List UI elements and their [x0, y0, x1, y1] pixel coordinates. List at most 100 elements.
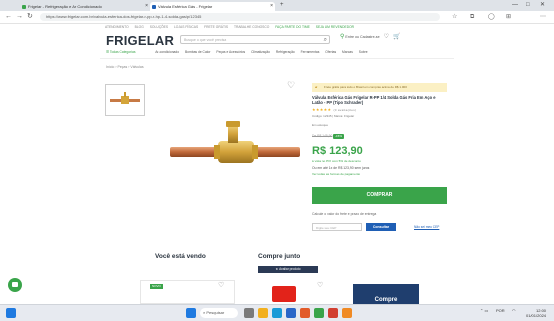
file-explorer-icon[interactable] [258, 308, 268, 318]
category-item[interactable]: Ar-condicionado [155, 50, 179, 54]
taskbar-search[interactable]: ⌕ Pesquisar [200, 308, 238, 318]
clock[interactable]: 12:00 01/01/2024 [526, 308, 546, 318]
tab-product[interactable]: Válvula Esférica Gás - Frigelar × [150, 2, 275, 11]
breadcrumb: Início › Peças › Válvulas [106, 65, 144, 69]
favorite-heart-icon[interactable]: ♡ [287, 80, 295, 90]
task-view-icon[interactable] [244, 308, 254, 318]
header-divider [100, 58, 454, 59]
category-item[interactable]: Refrigeração [276, 50, 295, 54]
valve-thumbnail-image [110, 92, 140, 104]
category-item[interactable]: Marcas [342, 50, 353, 54]
product-code: Código: 12345 | Marca: Frigelar [312, 114, 355, 118]
top-links-strip: ATENDIMENTO BLOG SOLUÇÕES LOJAS FÍSICAS … [105, 24, 450, 30]
top-link[interactable]: BLOG [135, 25, 144, 29]
chrome-icon[interactable] [314, 308, 324, 318]
tray-icons[interactable]: ⌃ ▭ [480, 308, 488, 313]
close-tab-icon[interactable]: × [270, 2, 273, 11]
card-heart-icon[interactable]: ♡ [218, 281, 224, 291]
category-item[interactable]: Climatização [251, 50, 270, 54]
star-icon[interactable]: ☆ [452, 13, 457, 21]
menu-icon[interactable]: ⋯ [540, 13, 546, 21]
tab-favicon [152, 4, 156, 9]
heart-icon[interactable]: ♡ [384, 34, 389, 40]
category-item[interactable]: Bombas de Calor [185, 50, 210, 54]
breadcrumb-item[interactable]: Válvulas [130, 65, 143, 69]
payment-options-link[interactable]: Ver todas as formas de pagamento [312, 172, 360, 176]
language-indicator[interactable]: POR [496, 308, 505, 313]
search-placeholder: Busque o que você precisa [184, 38, 227, 42]
profile-icon[interactable]: ◯ [488, 13, 495, 21]
user-icon: ⚲ [340, 34, 345, 41]
tab-favicon [22, 4, 26, 9]
category-item[interactable]: Ofertas [325, 50, 336, 54]
collections-icon[interactable]: ⊞ [506, 13, 511, 21]
top-link-team[interactable]: FAÇA PARTE DO TIME [275, 25, 310, 29]
free-shipping-banner: ▰ Frete grátis para todo o Brasil em com… [312, 83, 447, 92]
app-icon[interactable] [342, 308, 352, 318]
stars-icons: ★★★★★ [312, 107, 332, 112]
cep-input[interactable]: Digite seu CEP [312, 223, 362, 231]
wifi-icon[interactable]: ◠ [512, 308, 516, 313]
consult-button[interactable]: Consultar [366, 223, 396, 231]
buy-button[interactable]: COMPRAR [312, 187, 447, 204]
all-categories-menu[interactable]: ☰ Todas Categorias [106, 50, 140, 54]
product-price: R$ 123,90 [312, 145, 363, 157]
store-icon[interactable] [300, 308, 310, 318]
forward-icon[interactable]: → [16, 12, 23, 22]
installments-text: Ou em até 1x de R$ 123,90 sem juros [312, 166, 370, 170]
section-buy-together: Compre junto [258, 253, 301, 260]
rating-stars[interactable]: ★★★★★ (0 avaliações) [312, 107, 356, 112]
account-area[interactable]: ⚲ Entre ou Cadastre-se ♡ 🛒 [340, 34, 400, 41]
tab-frigelar-home[interactable]: Frigelar - Refrigeração e Ar Condicionad… [20, 2, 150, 11]
shipping-calc-text: Calcule o valor do frete e prazo de entr… [312, 212, 377, 216]
back-icon[interactable]: ← [5, 12, 12, 22]
search-icon[interactable]: ⌕ [324, 36, 327, 45]
chat-button[interactable] [8, 278, 22, 292]
rate-product-bar[interactable]: ★ Avaliar produto [258, 266, 318, 273]
category-item[interactable]: Ferramentas [301, 50, 320, 54]
close-window-button[interactable]: ✕ [540, 0, 545, 10]
close-tab-icon[interactable]: × [145, 2, 148, 11]
product-thumbnail[interactable] [105, 84, 145, 116]
cart-icon[interactable]: 🛒 [393, 34, 400, 40]
top-link[interactable]: ATENDIMENTO [105, 25, 129, 29]
top-link[interactable]: LOJAS FÍSICAS [174, 25, 198, 29]
old-price: De R$ 145,90 [312, 134, 333, 138]
minimize-button[interactable]: — [512, 0, 518, 10]
search-input[interactable]: Busque o que você precisa ⌕ [180, 35, 330, 44]
discount-badge: -15% [333, 134, 345, 139]
breadcrumb-item[interactable]: Início [106, 65, 114, 69]
category-item[interactable]: Peças e Acessórios [216, 50, 245, 54]
start-icon[interactable] [6, 308, 16, 318]
product-title: Válvula Esférica Gás Frigelar R-PP 1/4 S… [312, 95, 436, 106]
top-link[interactable]: FRETE GRÁTIS [204, 25, 228, 29]
dont-know-cep-link[interactable]: Não sei meu CEP [414, 225, 439, 229]
breadcrumb-item[interactable]: Peças [118, 65, 128, 69]
new-tab-icon[interactable]: + [280, 0, 284, 10]
tab-title: Frigelar - Refrigeração e Ar Condicionad… [28, 4, 102, 9]
rating-count: (0 avaliações) [333, 108, 357, 112]
mail-icon[interactable] [286, 308, 296, 318]
card-heart-icon[interactable]: ♡ [317, 281, 323, 291]
extensions-icon[interactable]: ⧉ [470, 13, 474, 21]
category-nav: ☰ Todas Categorias Ar-condicionado Bomba… [106, 49, 446, 55]
product-main-image [170, 115, 300, 180]
stock-status: Em estoque [312, 123, 329, 127]
section-you-are-seeing: Você está vendo [155, 253, 206, 260]
app-icon[interactable] [328, 308, 338, 318]
browser-tab-bar: Frigelar - Refrigeração e Ar Condicionad… [0, 0, 554, 11]
address-toolbar: ← → ↻ https://www.frigelar.com.br/valvul… [0, 11, 554, 24]
pix-discount-text: à vista no PIX com 5% de desconto [312, 159, 361, 163]
windows-start-icon[interactable] [186, 308, 196, 318]
edge-icon[interactable] [272, 308, 282, 318]
maximize-button[interactable]: □ [526, 0, 530, 10]
top-link[interactable]: SOLUÇÕES [150, 25, 168, 29]
new-badge: NOVO [150, 284, 163, 289]
top-link-reseller[interactable]: SEJA UM REVENDEDOR [316, 25, 354, 29]
account-label: Entre ou Cadastre-se [345, 35, 380, 39]
reload-icon[interactable]: ↻ [27, 12, 33, 22]
top-link[interactable]: TRABALHE CONOSCO [234, 25, 269, 29]
site-logo[interactable]: FRIGELAR [106, 33, 174, 48]
url-field[interactable]: https://www.frigelar.com.br/valvula-esfe… [40, 13, 440, 21]
category-item[interactable]: Sobre [359, 50, 368, 54]
